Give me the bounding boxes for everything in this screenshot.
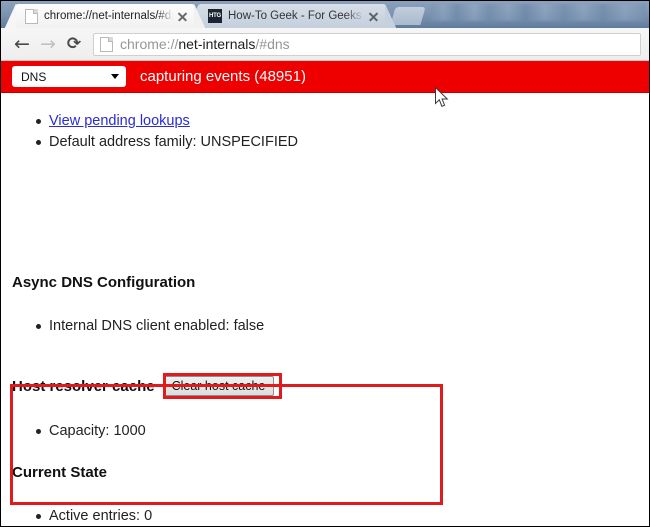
tab-right-curve — [385, 4, 396, 28]
address-bar[interactable]: chrome://net-internals/#dns — [93, 32, 641, 56]
tab-title: chrome://net-internals/#dns — [44, 10, 173, 22]
tab-strip: chrome://net-internals/#dns HTG How-To G… — [1, 1, 649, 28]
tab-title: How-To Geek - For Geeks — [228, 10, 362, 22]
browser-window: chrome://net-internals/#dns HTG How-To G… — [0, 0, 650, 527]
url-scheme: chrome:// — [120, 36, 179, 52]
reload-button[interactable]: ⟳ — [61, 31, 87, 57]
arrow-left-icon: ← — [14, 32, 30, 55]
page-content: View pending lookups Default address fam… — [1, 93, 649, 526]
url-text: chrome://net-internals/#dns — [120, 36, 290, 52]
forward-button[interactable]: → — [35, 31, 61, 57]
arrow-right-icon: → — [40, 32, 56, 55]
tab-right-curve — [194, 4, 205, 28]
async-dns-list: Internal DNS client enabled: false — [1, 316, 264, 337]
capture-status-text: capturing events (48951) — [140, 68, 306, 85]
page-icon — [25, 8, 38, 24]
list-item: Capacity: 1000 — [36, 421, 146, 442]
browser-toolbar: ← → ⟳ chrome://net-internals/#dns — [1, 28, 649, 61]
list-item: View pending lookups — [36, 111, 298, 132]
view-select-value: DNS — [21, 69, 47, 84]
capacity-list: Capacity: 1000 — [1, 421, 146, 442]
reload-icon: ⟳ — [66, 33, 82, 54]
clear-host-cache-button[interactable]: Clear host cache — [162, 376, 275, 396]
host-resolver-heading: Host resolver cache — [12, 377, 155, 395]
capture-status-bar: DNS capturing events (48951) — [1, 61, 649, 93]
annotation-box-current-state — [10, 384, 443, 505]
list-item: Default address family: UNSPECIFIED — [36, 132, 298, 153]
tab-left-curve — [5, 4, 16, 28]
htg-icon: HTG — [208, 9, 222, 23]
current-state-list: Active entries: 0 Expired entries: 0 — [1, 506, 162, 526]
desktop-background-sliver — [431, 4, 646, 21]
current-state-heading: Current State — [12, 464, 108, 481]
view-select-dns[interactable]: DNS — [12, 66, 126, 87]
close-icon[interactable] — [367, 10, 380, 23]
page-icon — [100, 36, 113, 52]
tab-net-internals[interactable]: chrome://net-internals/#dns — [5, 4, 205, 28]
view-pending-lookups-link[interactable]: View pending lookups — [49, 113, 190, 129]
list-item: Internal DNS client enabled: false — [35, 316, 264, 337]
url-host: net-internals — [178, 36, 256, 52]
host-resolver-row: Host resolver cache Clear host cache — [12, 376, 275, 396]
tab-how-to-geek[interactable]: HTG How-To Geek - For Geeks — [188, 4, 396, 28]
back-button[interactable]: ← — [9, 31, 35, 57]
url-path: /#dns — [255, 36, 290, 52]
close-icon[interactable] — [176, 10, 189, 23]
dns-top-list: View pending lookups Default address fam… — [1, 111, 298, 153]
async-dns-heading: Async DNS Configuration — [12, 274, 196, 291]
list-item: Active entries: 0 — [36, 506, 162, 526]
chevron-down-icon — [111, 74, 119, 79]
